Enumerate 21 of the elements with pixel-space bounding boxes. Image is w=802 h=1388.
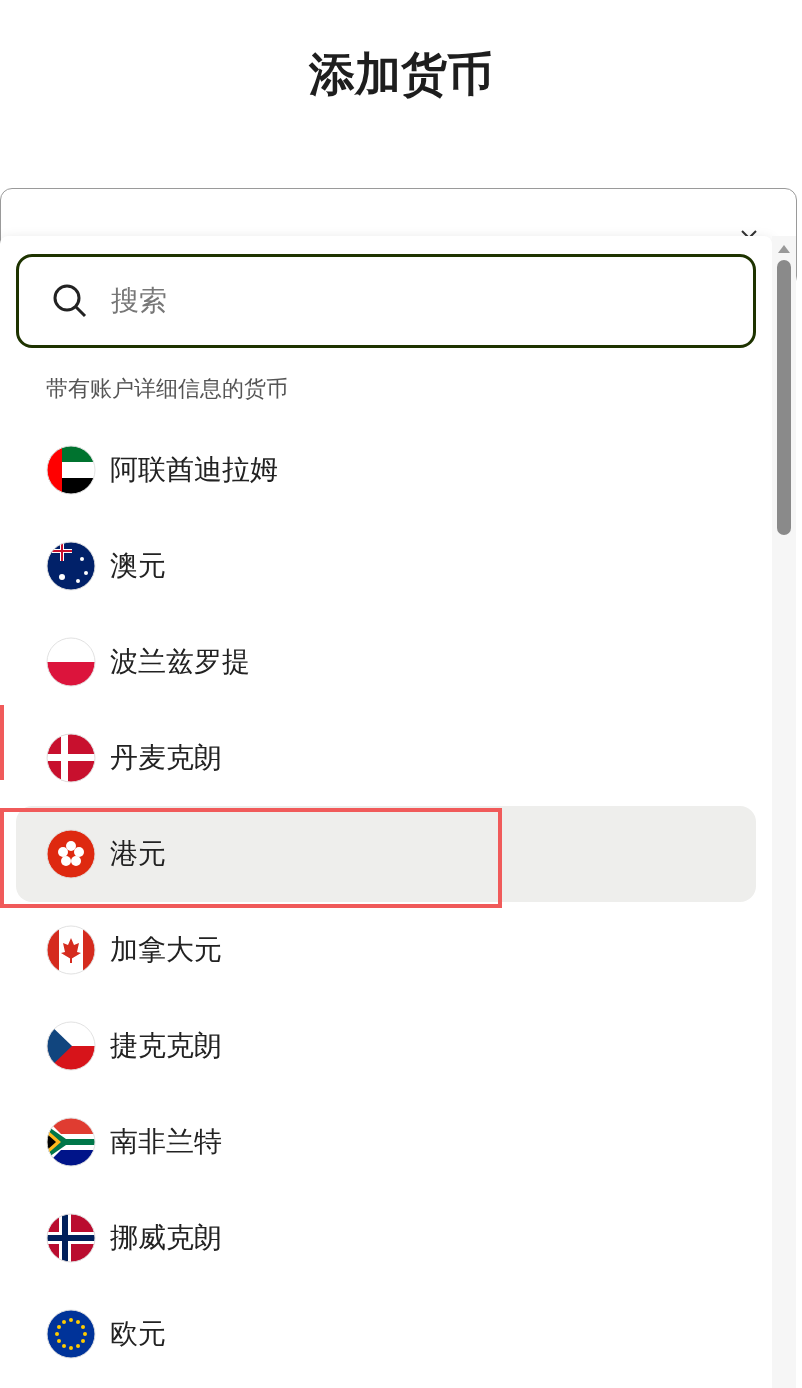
currency-option[interactable]: 阿联酋迪拉姆 [16,422,756,518]
scrollbar-thumb[interactable] [777,260,791,535]
currency-option[interactable]: 波兰兹罗提 [16,614,756,710]
currency-option[interactable]: 南非兰特 [16,1094,756,1190]
flag-icon [46,445,96,495]
scroll-up-arrow-icon[interactable] [777,244,791,254]
section-label: 带有账户详细信息的货币 [46,375,289,403]
currency-option[interactable]: 加拿大元 [16,902,756,998]
currency-option[interactable]: 挪威克朗 [16,1190,756,1286]
flag-icon [46,1117,96,1167]
page-title: 添加货币 [309,47,493,102]
currency-option[interactable]: 澳元 [16,518,756,614]
search-icon [52,283,88,319]
search-field[interactable]: 搜索 [16,254,756,348]
flag-icon [46,1021,96,1071]
currency-option[interactable]: 欧元 [16,1286,756,1382]
currency-option[interactable]: 捷克克朗 [16,998,756,1094]
flag-icon [46,637,96,687]
currency-option[interactable]: 港元 [16,806,756,902]
currency-option[interactable]: 丹麦克朗 [16,710,756,806]
flag-icon [46,925,96,975]
